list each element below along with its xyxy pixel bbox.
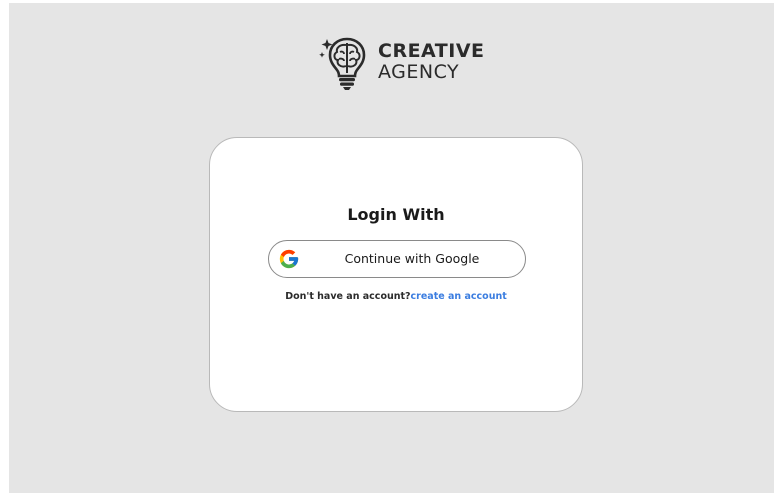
brand-logo[interactable]: CREATIVE AGENCY: [318, 33, 485, 91]
brain-lightbulb-icon: [319, 37, 366, 90]
brand-name-line2: AGENCY: [378, 61, 460, 83]
continue-with-google-label: Continue with Google: [344, 251, 480, 266]
signup-prompt-text: Don't have an account?: [285, 291, 411, 302]
google-icon: [279, 249, 299, 269]
login-page: CREATIVE AGENCY Login With Continue with…: [9, 3, 774, 493]
brand-name: CREATIVE AGENCY: [378, 42, 485, 82]
login-card: Login With Continue with Google Don't ha…: [209, 137, 583, 412]
create-account-link[interactable]: create an account: [411, 291, 507, 302]
signup-prompt: Don't have an account?create an account: [210, 291, 582, 302]
brand-name-line1: CREATIVE: [378, 40, 485, 62]
continue-with-google-button[interactable]: Continue with Google: [268, 240, 526, 278]
login-title: Login With: [347, 205, 445, 224]
